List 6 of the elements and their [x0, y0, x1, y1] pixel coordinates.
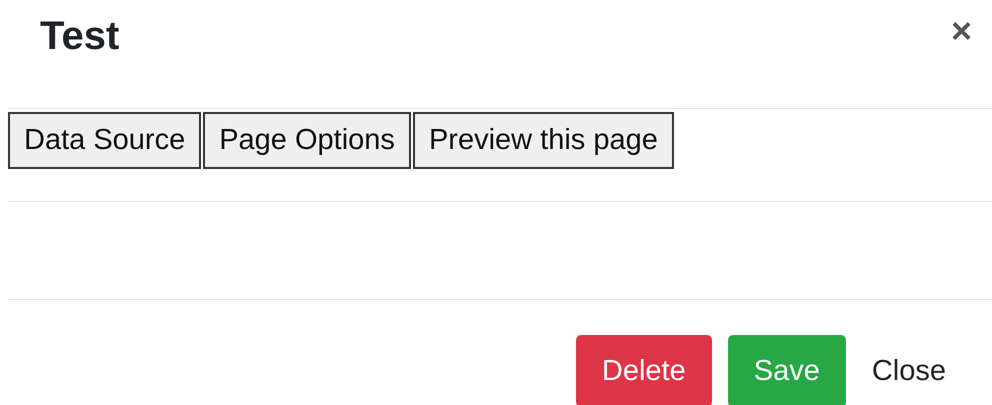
- tab-button[interactable]: Data Source: [8, 112, 202, 169]
- tab-button[interactable]: Preview this page: [412, 112, 674, 169]
- dialog-title: Test: [40, 13, 120, 60]
- close-link[interactable]: Close: [862, 335, 956, 405]
- action-button[interactable]: Delete: [576, 335, 712, 405]
- tab-button[interactable]: Page Options: [203, 112, 411, 169]
